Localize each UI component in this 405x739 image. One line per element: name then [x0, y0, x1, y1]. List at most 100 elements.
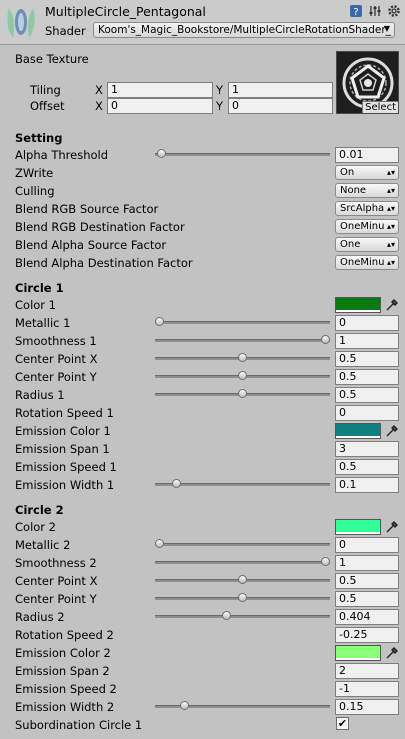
- circle2-smoothness-slider[interactable]: [155, 555, 330, 569]
- blend-alpha-dst-dropdown[interactable]: OneMinu ▴▾: [335, 255, 399, 270]
- circle2-center-y-input[interactable]: 0.5: [335, 591, 399, 607]
- circle1-radius-slider[interactable]: [155, 387, 330, 401]
- slider-thumb[interactable]: [180, 701, 189, 710]
- offset-x-label: X: [95, 99, 103, 113]
- eyedropper-icon[interactable]: [385, 520, 399, 534]
- offset-y-input[interactable]: 0: [228, 98, 333, 114]
- circle1-metallic-slider[interactable]: [155, 315, 330, 329]
- blend-alpha-dst-label: Blend Alpha Destination Factor: [15, 256, 193, 270]
- alpha-threshold-slider[interactable]: [155, 147, 330, 161]
- chevron-down-icon: ▼: [383, 24, 390, 33]
- slider-thumb[interactable]: [321, 335, 330, 344]
- texture-slot[interactable]: Select: [336, 51, 399, 114]
- circle1-center-x-slider[interactable]: [155, 351, 330, 365]
- circle1-center-x-label: Center Point X: [15, 352, 98, 366]
- circle1-metallic-label: Metallic 1: [15, 316, 71, 330]
- circle1-color-swatch[interactable]: [335, 297, 381, 313]
- slider-thumb[interactable]: [238, 353, 247, 362]
- texture-select-button[interactable]: Select: [362, 101, 398, 113]
- slider-track: [155, 561, 330, 564]
- blend-alpha-src-dropdown[interactable]: One ▴▾: [335, 237, 399, 252]
- zwrite-value: On: [340, 167, 355, 178]
- circle2-rotation-speed-input[interactable]: -0.25: [335, 627, 399, 643]
- slider-track: [155, 321, 330, 324]
- blend-rgb-src-dropdown[interactable]: SrcAlpha ▴▾: [335, 201, 399, 216]
- alpha-bar: [336, 532, 380, 534]
- circle1-emission-width-label: Emission Width 1: [15, 478, 115, 492]
- circle1-emission-width-input[interactable]: 0.1: [335, 477, 399, 493]
- tiling-x-label: X: [95, 83, 103, 97]
- circle2-emission-width-slider[interactable]: [155, 699, 330, 713]
- eyedropper-icon[interactable]: [385, 646, 399, 660]
- circle1-metallic-input[interactable]: 0: [335, 315, 399, 331]
- circle2-emission-speed-input[interactable]: -1: [335, 681, 399, 697]
- chevron-updown-icon: ▴▾: [386, 240, 395, 249]
- blend-alpha-src-value: One: [340, 239, 361, 250]
- circle2-emission-speed-label: Emission Speed 2: [15, 682, 117, 696]
- help-book-icon[interactable]: ?: [349, 4, 363, 18]
- alpha-threshold-input[interactable]: 0.01: [335, 147, 399, 163]
- blend-rgb-dst-value: OneMinu: [340, 221, 385, 232]
- blend-alpha-src-label: Blend Alpha Source Factor: [15, 238, 167, 252]
- chevron-updown-icon: ▴▾: [386, 168, 395, 177]
- subordination-checkbox[interactable]: ✔: [336, 717, 349, 730]
- circle2-emission-width-input[interactable]: 0.15: [335, 699, 399, 715]
- slider-thumb[interactable]: [238, 575, 247, 584]
- circle1-smoothness-input[interactable]: 1: [335, 333, 399, 349]
- circle1-center-y-input[interactable]: 0.5: [335, 369, 399, 385]
- zwrite-label: ZWrite: [15, 166, 54, 180]
- preset-sliders-icon[interactable]: [368, 4, 382, 18]
- slider-thumb[interactable]: [222, 611, 231, 620]
- tiling-y-label: Y: [216, 83, 224, 97]
- offset-x-input[interactable]: 0: [107, 98, 213, 114]
- slider-track: [155, 483, 330, 486]
- circle1-center-y-slider[interactable]: [155, 369, 330, 383]
- circle1-radius-input[interactable]: 0.5: [335, 387, 399, 403]
- circle2-emission-color-swatch[interactable]: [335, 645, 381, 661]
- circle2-radius-slider[interactable]: [155, 609, 330, 623]
- shader-dropdown[interactable]: Koom's_Magic_Bookstore/MultipleCircleRot…: [93, 22, 395, 38]
- circle2-smoothness-input[interactable]: 1: [335, 555, 399, 571]
- slider-thumb[interactable]: [172, 479, 181, 488]
- alpha-bar: [336, 436, 380, 438]
- circle1-emission-speed-input[interactable]: 0.5: [335, 459, 399, 475]
- slider-thumb[interactable]: [155, 317, 164, 326]
- slider-thumb[interactable]: [155, 539, 164, 548]
- eyedropper-icon[interactable]: [385, 424, 399, 438]
- slider-thumb[interactable]: [238, 389, 247, 398]
- circle2-rotation-speed-label: Rotation Speed 2: [15, 628, 114, 642]
- circle2-color-swatch[interactable]: [335, 519, 381, 535]
- blend-rgb-dst-dropdown[interactable]: OneMinu ▴▾: [335, 219, 399, 234]
- culling-dropdown[interactable]: None ▴▾: [335, 183, 399, 198]
- tiling-label: Tiling: [30, 83, 61, 97]
- tiling-x-input[interactable]: 1: [107, 82, 213, 98]
- circle2-center-x-slider[interactable]: [155, 573, 330, 587]
- blend-rgb-src-label: Blend RGB Source Factor: [15, 202, 159, 216]
- tiling-y-input[interactable]: 1: [228, 82, 333, 98]
- circle1-rotation-speed-input[interactable]: 0: [335, 405, 399, 421]
- circle2-center-y-slider[interactable]: [155, 591, 330, 605]
- circle2-emission-span-input[interactable]: 2: [335, 663, 399, 679]
- circle2-metallic-slider[interactable]: [155, 537, 330, 551]
- circle1-emission-speed-label: Emission Speed 1: [15, 460, 117, 474]
- circle1-emission-color-swatch[interactable]: [335, 423, 381, 439]
- circle2-center-y-label: Center Point Y: [15, 592, 97, 606]
- circle2-center-x-input[interactable]: 0.5: [335, 573, 399, 589]
- circle1-radius-label: Radius 1: [15, 388, 65, 402]
- slider-thumb[interactable]: [238, 593, 247, 602]
- slider-thumb[interactable]: [321, 557, 330, 566]
- circle2-radius-input[interactable]: 0.404: [335, 609, 399, 625]
- chevron-updown-icon: ▴▾: [386, 186, 395, 195]
- circle1-center-x-input[interactable]: 0.5: [335, 351, 399, 367]
- circle2-radius-label: Radius 2: [15, 610, 65, 624]
- gear-icon[interactable]: [387, 4, 401, 18]
- circle1-emission-width-slider[interactable]: [155, 477, 330, 491]
- eyedropper-icon[interactable]: [385, 298, 399, 312]
- zwrite-dropdown[interactable]: On ▴▾: [335, 165, 399, 180]
- circle1-smoothness-slider[interactable]: [155, 333, 330, 347]
- circle1-emission-span-input[interactable]: 3: [335, 441, 399, 457]
- culling-value: None: [340, 185, 367, 196]
- circle2-metallic-input[interactable]: 0: [335, 537, 399, 553]
- slider-thumb[interactable]: [157, 149, 166, 158]
- slider-thumb[interactable]: [238, 371, 247, 380]
